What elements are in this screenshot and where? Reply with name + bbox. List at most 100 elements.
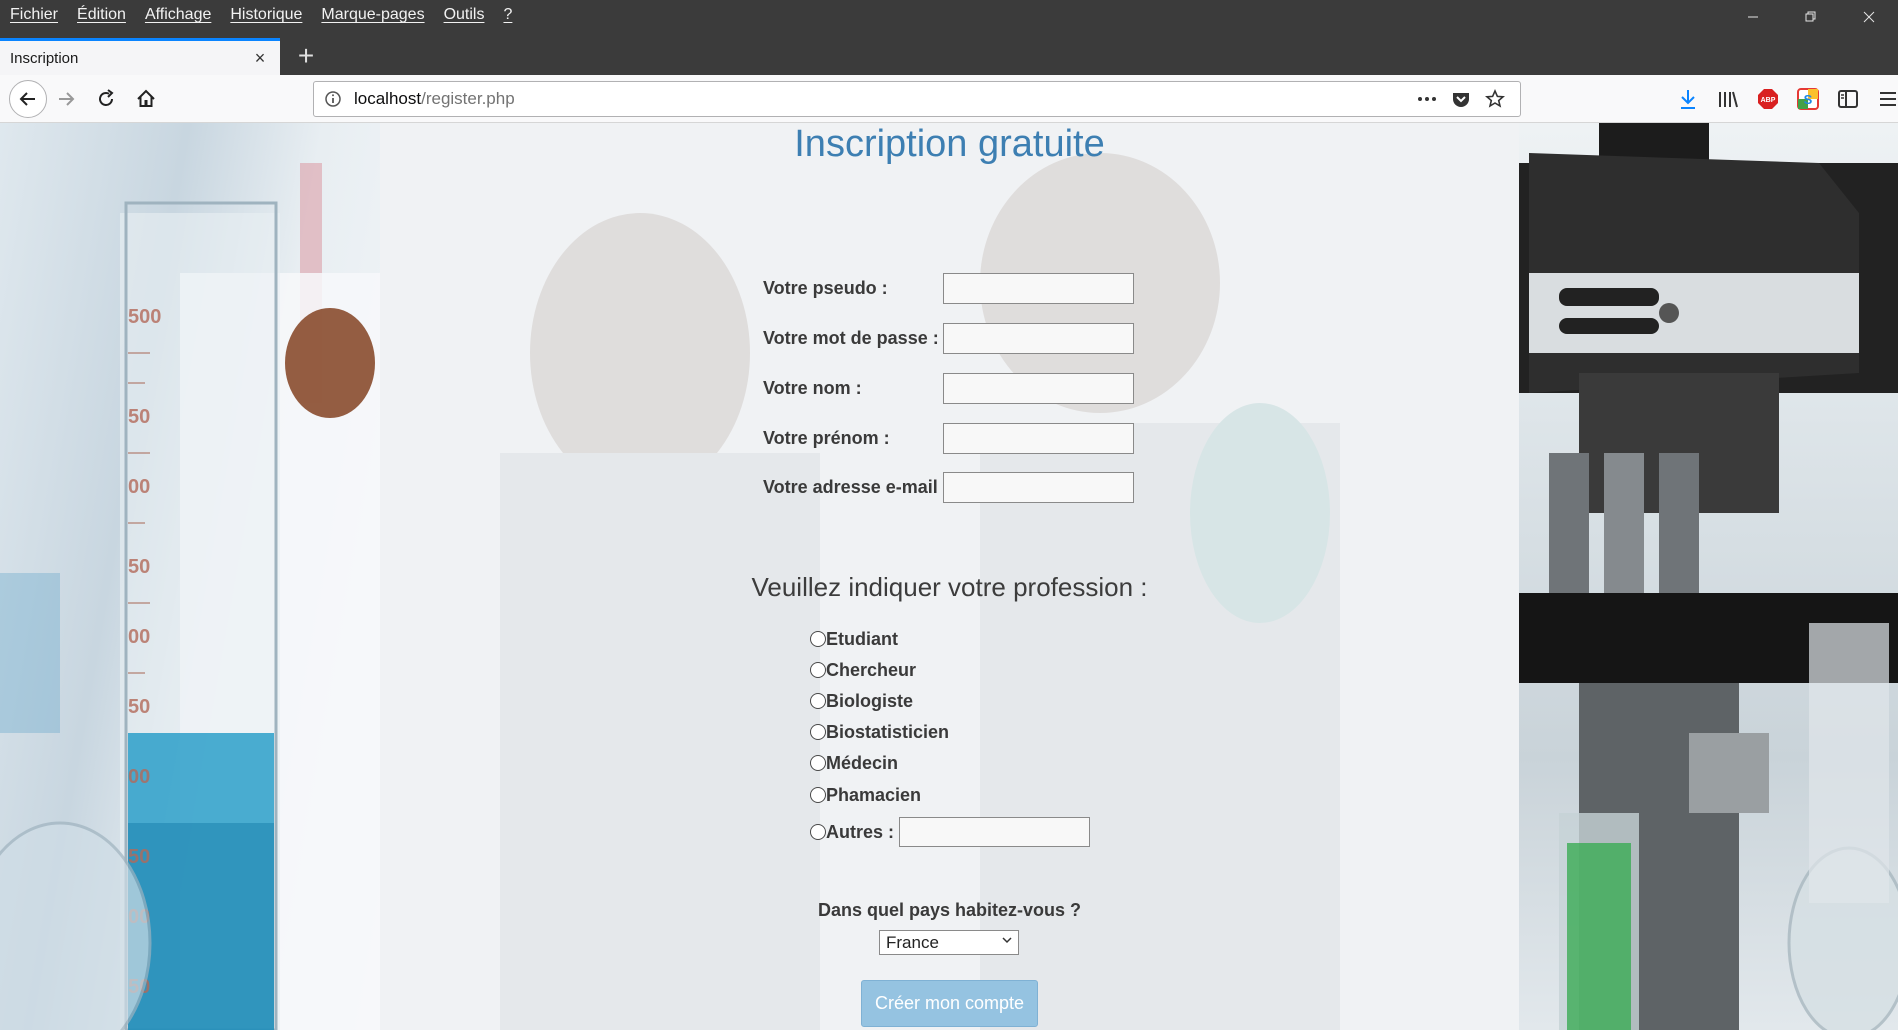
create-account-button[interactable]: Créer mon compte: [861, 980, 1038, 1027]
page-actions-button[interactable]: [1410, 82, 1444, 116]
radio-label: Biologiste: [826, 690, 914, 711]
tab-title: Inscription: [10, 49, 79, 67]
radio-biostatisticien[interactable]: Biostatisticien: [810, 720, 949, 744]
pseudo-label: Votre pseudo :: [763, 277, 888, 298]
email-input[interactable]: [943, 471, 1134, 503]
radio-label: Chercheur: [826, 659, 917, 680]
background-image-right: [1519, 123, 1898, 1030]
svg-text:50: 50: [128, 556, 150, 578]
library-button[interactable]: [1708, 82, 1748, 116]
browser-titlebar: Fichier Édition Affichage Historique Mar…: [0, 0, 1898, 75]
svg-text:00: 00: [128, 766, 150, 788]
url-bar[interactable]: localhost/register.php: [313, 81, 1521, 117]
radio-button[interactable]: [810, 824, 826, 840]
radio-label: Biostatisticien: [826, 721, 950, 742]
country-label: Dans quel pays habitez-vous ?: [817, 900, 1082, 920]
menu-help[interactable]: ?: [503, 6, 512, 24]
svg-text:ABP: ABP: [1761, 97, 1776, 104]
pocket-icon: [1453, 93, 1469, 107]
menu-icon: [1880, 92, 1896, 106]
microscope-illustration: [1519, 123, 1898, 1030]
radio-button[interactable]: [810, 693, 826, 709]
extension-button[interactable]: S: [1788, 82, 1828, 116]
radio-label: Médecin: [826, 752, 899, 773]
radio-label: Autres :: [826, 821, 895, 842]
password-label: Votre mot de passe :: [763, 327, 939, 348]
close-window-button[interactable]: [1840, 0, 1898, 34]
background-image-left: 500 50 00 50 00 50 00 50 00 50: [0, 123, 380, 1030]
field-pseudo: Votre pseudo :: [763, 272, 1134, 304]
minimize-button[interactable]: [1724, 0, 1782, 34]
home-icon: [137, 89, 155, 107]
window-controls: [1724, 0, 1898, 34]
svg-text:00: 00: [128, 476, 150, 498]
tab-close-button[interactable]: ×: [250, 48, 270, 69]
nom-input[interactable]: [943, 372, 1134, 404]
more-icon: [1418, 97, 1436, 101]
url-text: localhost/register.php: [354, 89, 515, 109]
menu-affichage[interactable]: Affichage: [145, 6, 211, 24]
radio-etudiant[interactable]: Etudiant: [810, 627, 898, 651]
home-button[interactable]: [129, 82, 163, 116]
bookmark-star-button[interactable]: [1478, 82, 1512, 116]
radio-button[interactable]: [810, 724, 826, 740]
radio-autres[interactable]: Autres :: [810, 816, 1091, 848]
back-button[interactable]: [9, 80, 47, 118]
forward-arrow-icon: [59, 92, 75, 106]
other-profession-input[interactable]: [899, 817, 1091, 847]
url-path: /register.php: [421, 89, 515, 108]
svg-text:50: 50: [128, 846, 150, 868]
menu-fichier[interactable]: Fichier: [10, 6, 58, 24]
profession-title: Veuillez indiquer votre profession :: [751, 572, 1148, 602]
svg-text:S: S: [1804, 92, 1813, 107]
svg-text:500: 500: [128, 306, 161, 328]
svg-text:50: 50: [128, 406, 150, 428]
navigation-toolbar: localhost/register.php ABP S: [0, 75, 1898, 123]
pseudo-input[interactable]: [943, 272, 1134, 304]
info-icon[interactable]: [324, 90, 342, 108]
url-host: localhost: [354, 89, 422, 108]
radio-button[interactable]: [810, 631, 826, 647]
field-password: Votre mot de passe :: [763, 322, 1134, 354]
back-arrow-icon: [19, 92, 35, 106]
new-tab-button[interactable]: +: [288, 38, 324, 74]
menu-outils[interactable]: Outils: [444, 6, 485, 24]
password-input[interactable]: [943, 322, 1134, 354]
field-prenom: Votre prénom :: [763, 422, 1134, 454]
restore-button[interactable]: [1782, 0, 1840, 34]
menu-edition[interactable]: Édition: [77, 6, 126, 24]
library-icon: [1719, 91, 1738, 108]
country-selected-value: France: [886, 932, 939, 952]
radio-button[interactable]: [810, 662, 826, 678]
menu-historique[interactable]: Historique: [230, 6, 302, 24]
forward-button[interactable]: [49, 82, 83, 116]
email-label: Votre adresse e-mail :: [763, 476, 949, 497]
tab-inscription[interactable]: Inscription ×: [0, 38, 280, 75]
nom-label: Votre nom :: [763, 377, 862, 398]
radio-phamacien[interactable]: Phamacien: [810, 783, 921, 807]
radio-chercheur[interactable]: Chercheur: [810, 658, 916, 682]
svg-text:00: 00: [128, 626, 150, 648]
sidebar-button[interactable]: [1828, 82, 1868, 116]
menu-marque-pages[interactable]: Marque-pages: [321, 6, 424, 24]
downloads-button[interactable]: [1668, 82, 1708, 116]
url-actions: [1410, 82, 1512, 116]
radio-biologiste[interactable]: Biologiste: [810, 689, 913, 713]
adblock-button[interactable]: ABP: [1748, 82, 1788, 116]
radio-button[interactable]: [810, 787, 826, 803]
field-email: Votre adresse e-mail :: [763, 471, 1134, 503]
field-nom: Votre nom :: [763, 372, 1134, 404]
radio-label: Etudiant: [826, 628, 898, 649]
pocket-button[interactable]: [1444, 82, 1478, 116]
close-icon: [1863, 11, 1875, 23]
radio-medecin[interactable]: Médecin: [810, 751, 898, 775]
adblock-icon: ABP: [1758, 89, 1778, 109]
reload-button[interactable]: [89, 82, 123, 116]
lab-glassware-illustration: 500 50 00 50 00 50 00 50 00 50: [0, 163, 380, 1030]
download-icon: [1681, 90, 1695, 109]
radio-button[interactable]: [810, 755, 826, 771]
menu-bar: Fichier Édition Affichage Historique Mar…: [0, 0, 531, 30]
prenom-input[interactable]: [943, 422, 1134, 454]
open-menu-button[interactable]: [1868, 82, 1898, 116]
country-select[interactable]: France: [879, 930, 1019, 955]
